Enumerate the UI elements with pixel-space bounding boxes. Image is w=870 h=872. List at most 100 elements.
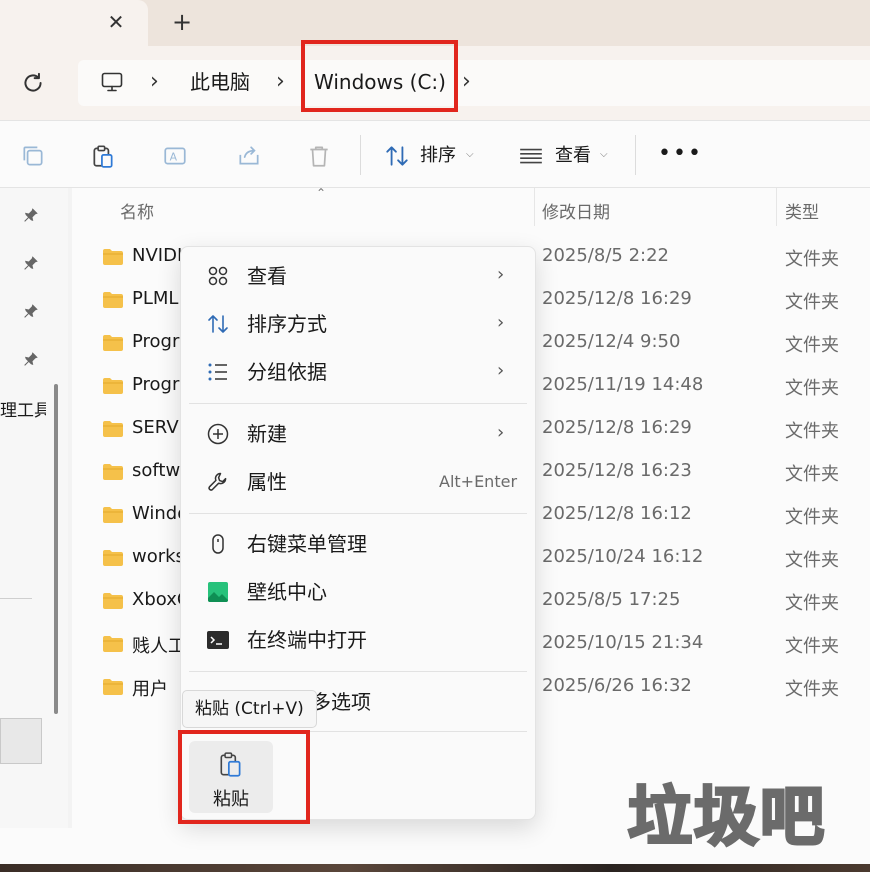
folder-icon (103, 550, 123, 566)
chevron-right-icon: › (497, 422, 505, 443)
file-date: 2025/11/19 14:48 (542, 374, 704, 395)
menu-item-label: 壁纸中心 (247, 580, 327, 604)
menu-item-wallpaper[interactable]: 壁纸中心 (181, 569, 535, 615)
list-group-icon (208, 363, 227, 381)
view-icon[interactable] (518, 143, 544, 169)
sort-button[interactable]: 排序 (420, 145, 456, 167)
pin-icon (24, 208, 38, 222)
breadcrumb-this-pc[interactable]: 此电脑 (190, 69, 250, 95)
more-options-button[interactable]: ••• (658, 143, 701, 169)
rename-icon[interactable]: A (162, 143, 188, 169)
folder-icon (103, 507, 123, 523)
wrench-icon (208, 472, 227, 491)
file-name: PLML (132, 288, 179, 309)
column-header-type[interactable]: 类型 (785, 198, 819, 223)
folder-icon (103, 378, 123, 394)
command-bar: A 排序 ⌵ 查看 ⌵ ••• (0, 120, 870, 188)
menu-item-new[interactable]: 新建 › (181, 411, 535, 457)
menu-item-view[interactable]: 查看 › (181, 253, 535, 299)
menu-item-sort[interactable]: 排序方式 › (181, 301, 535, 347)
menu-item-terminal[interactable]: 在终端中打开 (181, 617, 535, 663)
paste-tooltip: 粘贴 (Ctrl+V) (182, 690, 317, 728)
monitor-icon[interactable] (100, 70, 124, 94)
menu-item-label: 右键菜单管理 (247, 532, 367, 556)
menu-divider (189, 671, 527, 672)
refresh-icon[interactable] (20, 70, 46, 96)
toolbar-divider (635, 135, 636, 175)
sort-icon[interactable] (384, 143, 410, 169)
nav-divider (0, 598, 32, 599)
nav-scrollbar[interactable] (54, 384, 58, 714)
file-type: 文件夹 (785, 335, 839, 356)
file-date: 2025/12/8 16:29 (542, 288, 692, 309)
menu-item-label: 排序方式 (247, 312, 327, 336)
file-type: 文件夹 (785, 421, 839, 442)
file-type: 文件夹 (785, 507, 839, 528)
file-date: 2025/8/5 17:25 (542, 589, 681, 610)
highlight-box-paste (178, 730, 310, 824)
nav-selected-item[interactable] (0, 718, 42, 764)
file-date: 2025/10/24 16:12 (542, 546, 704, 567)
breadcrumb-separator[interactable]: › (276, 70, 290, 94)
folder-icon (103, 335, 123, 351)
file-date: 2025/6/26 16:32 (542, 675, 692, 696)
terminal-icon (207, 631, 229, 649)
menu-divider (189, 513, 527, 514)
menu-item-label: 在终端中打开 (247, 628, 367, 652)
column-separator[interactable] (776, 188, 777, 226)
pin-icon (24, 256, 38, 270)
file-date: 2025/12/8 16:23 (542, 460, 692, 481)
file-type: 文件夹 (785, 636, 839, 657)
file-date: 2025/12/8 16:29 (542, 417, 692, 438)
column-header-date[interactable]: 修改日期 (542, 198, 610, 223)
chevron-right-icon: › (497, 312, 505, 333)
folder-icon (103, 636, 123, 652)
column-separator[interactable] (534, 188, 535, 226)
folder-icon (103, 421, 123, 437)
file-type: 文件夹 (785, 464, 839, 485)
view-button[interactable]: 查看 (555, 145, 591, 167)
pin-icon (24, 352, 38, 366)
folder-icon (103, 292, 123, 308)
file-name: SERVI (132, 417, 184, 438)
menu-item-group[interactable]: 分组依据 › (181, 349, 535, 395)
column-header-name[interactable]: 名称 (120, 198, 154, 223)
menu-item-label: 分组依据 (247, 360, 327, 384)
breadcrumb-separator[interactable]: › (150, 70, 164, 94)
file-name: 用户 (132, 679, 168, 700)
copy-icon[interactable] (20, 143, 46, 169)
menu-item-label: 多选项 (311, 690, 371, 714)
delete-icon[interactable] (306, 143, 332, 169)
file-name: Progr (132, 374, 180, 395)
file-date: 2025/12/8 16:12 (542, 503, 692, 524)
close-tab-icon[interactable]: ✕ (104, 10, 128, 34)
nav-item-partial[interactable]: 理工具 (0, 396, 46, 421)
view-caret-icon: ⌵ (600, 149, 608, 160)
folder-icon (103, 593, 123, 609)
sort-indicator-icon: ⌃ (316, 186, 327, 200)
new-tab-button[interactable]: + (170, 9, 194, 35)
file-type: 文件夹 (785, 249, 839, 270)
menu-item-context-manager[interactable]: 右键菜单管理 (181, 521, 535, 567)
breadcrumb-separator[interactable]: › (462, 70, 476, 94)
menu-item-label: 属性 (247, 470, 287, 494)
svg-text:A: A (170, 150, 178, 163)
sort-caret-icon: ⌵ (466, 149, 474, 160)
add-circle-icon (207, 423, 229, 445)
share-icon[interactable] (236, 143, 262, 169)
menu-shortcut: Alt+Enter (439, 472, 518, 491)
paste-icon[interactable] (90, 143, 116, 169)
file-type: 文件夹 (785, 593, 839, 614)
toolbar-divider (360, 135, 361, 175)
desktop-background-strip (0, 864, 870, 872)
folder-icon (103, 679, 123, 695)
folder-icon (103, 249, 123, 265)
sort-icon (208, 315, 228, 333)
chevron-right-icon: › (497, 360, 505, 381)
file-name: NVIDI (132, 245, 183, 266)
menu-item-properties[interactable]: 属性 Alt+Enter (181, 459, 535, 505)
active-tab[interactable]: ✕ (0, 0, 148, 46)
mouse-icon (212, 534, 224, 554)
file-type: 文件夹 (785, 550, 839, 571)
file-type: 文件夹 (785, 378, 839, 399)
